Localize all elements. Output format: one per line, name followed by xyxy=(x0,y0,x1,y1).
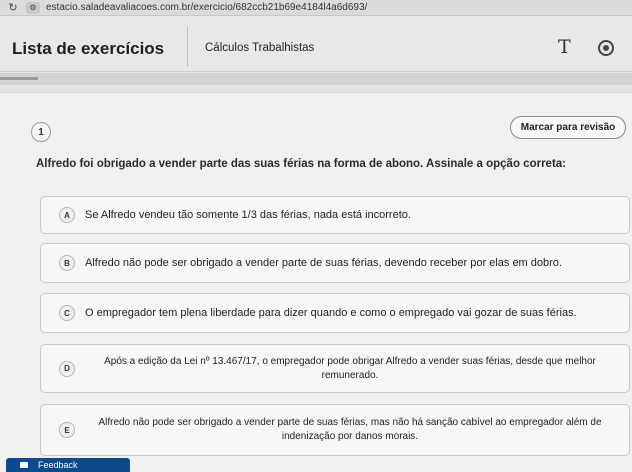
contrast-icon[interactable] xyxy=(598,40,614,56)
option-letter: B xyxy=(59,255,75,271)
option-letter: C xyxy=(59,305,75,321)
option-text: Após a edição da Lei nº 13.467/17, o emp… xyxy=(104,355,596,381)
option-text: O empregador tem plena liberdade para di… xyxy=(85,307,577,319)
feedback-label: Feedback xyxy=(38,460,78,470)
mark-for-review-button[interactable]: Marcar para revisão xyxy=(510,116,626,139)
option-a[interactable]: A Se Alfredo vendeu tão somente 1/3 das … xyxy=(40,196,630,234)
feedback-button[interactable]: Feedback xyxy=(6,458,130,472)
option-letter: A xyxy=(59,207,75,223)
option-c[interactable]: C O empregador tem plena liberdade para … xyxy=(40,293,630,333)
option-letter: E xyxy=(59,422,75,438)
option-text: Se Alfredo vendeu tão somente 1/3 das fé… xyxy=(85,209,411,221)
option-d[interactable]: D Após a edição da Lei nº 13.467/17, o e… xyxy=(40,344,630,393)
question-navigation-strip xyxy=(0,73,632,85)
option-text: Alfredo não pode ser obrigado a vender p… xyxy=(85,257,562,269)
url-text[interactable]: estacio.saladeavaliacoes.com.br/exercici… xyxy=(46,2,367,13)
header-divider xyxy=(187,27,188,67)
font-size-icon[interactable]: T xyxy=(558,36,571,58)
question-number-badge: 1 xyxy=(31,122,51,142)
option-letter: D xyxy=(59,360,75,377)
question-stem: Alfredo foi obrigado a vender parte das … xyxy=(36,158,566,170)
site-settings-icon[interactable]: ⚙ xyxy=(26,1,40,14)
page-title: Lista de exercícios xyxy=(12,39,165,58)
reload-icon[interactable]: ↻ xyxy=(0,1,26,14)
option-e[interactable]: E Alfredo não pode ser obrigado a vender… xyxy=(40,404,630,456)
option-b[interactable]: B Alfredo não pode ser obrigado a vender… xyxy=(40,243,630,283)
app-header: Lista de exercícios Cálculos Trabalhista… xyxy=(0,17,632,72)
progress-bar xyxy=(0,77,38,80)
chat-icon xyxy=(20,462,28,468)
course-name: Cálculos Trabalhistas xyxy=(205,42,315,54)
option-text: Alfredo não pode ser obrigado a vender p… xyxy=(98,417,602,442)
browser-address-bar[interactable]: ↻ ⚙ estacio.saladeavaliacoes.com.br/exer… xyxy=(0,0,632,16)
